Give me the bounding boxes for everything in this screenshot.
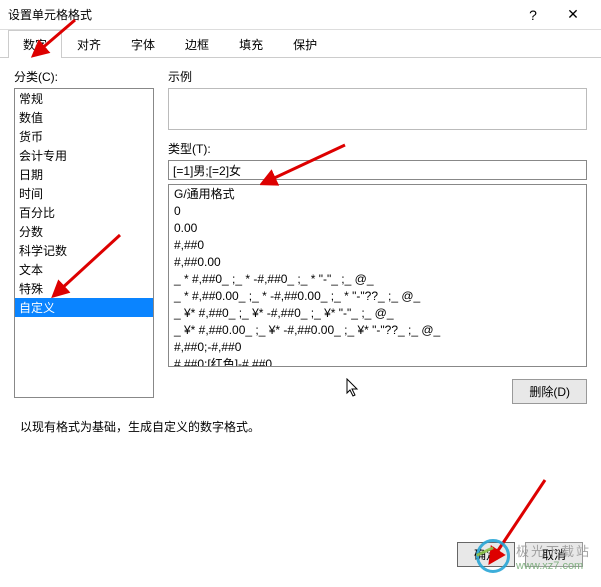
type-label: 类型(T): [168, 140, 587, 157]
list-item[interactable]: 数值 [15, 108, 153, 127]
tab-border[interactable]: 边框 [170, 30, 224, 58]
hint-text: 以现有格式为基础，生成自定义的数字格式。 [20, 418, 601, 435]
format-item[interactable]: 0.00 [172, 220, 583, 237]
list-item[interactable]: 百分比 [15, 203, 153, 222]
list-item[interactable]: 科学记数 [15, 241, 153, 260]
type-input[interactable] [168, 160, 587, 180]
ok-button[interactable]: 确定 [457, 542, 515, 567]
category-list[interactable]: 常规 数值 货币 会计专用 日期 时间 百分比 分数 科学记数 文本 特殊 自定… [14, 88, 154, 398]
tab-alignment[interactable]: 对齐 [62, 30, 116, 58]
list-item[interactable]: 时间 [15, 184, 153, 203]
sample-box [168, 88, 587, 130]
format-item[interactable]: #,##0.00 [172, 254, 583, 271]
format-list[interactable]: G/通用格式 0 0.00 #,##0 #,##0.00 _ * #,##0_ … [168, 184, 587, 367]
format-item[interactable]: #,##0;[红色]-#,##0 [172, 356, 583, 367]
list-item[interactable]: 特殊 [15, 279, 153, 298]
format-item[interactable]: _ ¥* #,##0.00_ ;_ ¥* -#,##0.00_ ;_ ¥* "-… [172, 322, 583, 339]
category-label: 分类(C): [14, 68, 154, 85]
delete-button[interactable]: 删除(D) [512, 379, 587, 404]
list-item[interactable]: 分数 [15, 222, 153, 241]
list-item[interactable]: 文本 [15, 260, 153, 279]
list-item-custom[interactable]: 自定义 [15, 298, 153, 317]
list-item[interactable]: 会计专用 [15, 146, 153, 165]
format-item[interactable]: #,##0;-#,##0 [172, 339, 583, 356]
format-item[interactable]: _ ¥* #,##0_ ;_ ¥* -#,##0_ ;_ ¥* "-"_ ;_ … [172, 305, 583, 322]
close-icon: ✕ [567, 6, 579, 23]
tab-fill[interactable]: 填充 [224, 30, 278, 58]
format-item[interactable]: G/通用格式 [172, 186, 583, 203]
help-button[interactable]: ? [513, 0, 553, 30]
list-item[interactable]: 货币 [15, 127, 153, 146]
close-button[interactable]: ✕ [553, 0, 593, 30]
tab-protection[interactable]: 保护 [278, 30, 332, 58]
tab-font[interactable]: 字体 [116, 30, 170, 58]
format-item[interactable]: 0 [172, 203, 583, 220]
window-title: 设置单元格格式 [8, 6, 513, 23]
format-item[interactable]: _ * #,##0.00_ ;_ * -#,##0.00_ ;_ * "-"??… [172, 288, 583, 305]
sample-label: 示例 [168, 68, 587, 85]
help-icon: ? [529, 7, 537, 23]
cancel-button[interactable]: 取消 [525, 542, 583, 567]
list-item[interactable]: 日期 [15, 165, 153, 184]
list-item[interactable]: 常规 [15, 89, 153, 108]
tab-number[interactable]: 数字 [8, 30, 62, 58]
format-item[interactable]: #,##0 [172, 237, 583, 254]
format-item[interactable]: _ * #,##0_ ;_ * -#,##0_ ;_ * "-"_ ;_ @_ [172, 271, 583, 288]
tab-bar: 数字 对齐 字体 边框 填充 保护 [0, 30, 601, 58]
